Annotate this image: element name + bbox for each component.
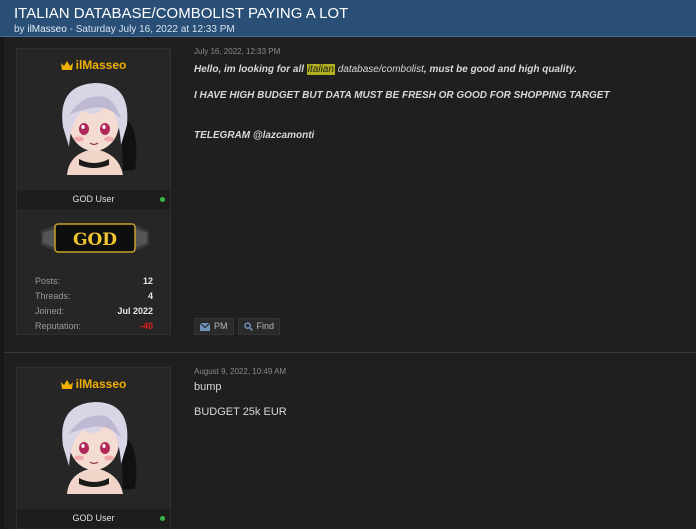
post-line: TELEGRAM @lazcamonti: [194, 130, 315, 141]
online-status-icon: [160, 197, 165, 202]
post-line: Hello, im looking for all italian databa…: [194, 64, 577, 75]
search-highlight: italian: [306, 64, 335, 75]
post-line: bump: [194, 381, 222, 393]
search-icon: [243, 322, 253, 331]
user-stats: Posts: 12 Threads: 4 Joined: Jul 2022 Re…: [35, 274, 153, 334]
post: ilMasseo GOD User August 9, 2022, 10:49 …: [4, 352, 696, 529]
username-row[interactable]: ilMasseo: [17, 58, 170, 72]
post-line: I HAVE HIGH BUDGET BUT DATA MUST BE FRES…: [194, 90, 610, 101]
user-title: GOD User: [72, 194, 115, 204]
user-title: GOD User: [72, 513, 115, 523]
find-button[interactable]: Find: [237, 318, 281, 335]
avatar[interactable]: [43, 75, 145, 177]
post-body: Hello, im looking for all italian databa…: [194, 63, 684, 147]
stat-value: 4: [147, 291, 153, 301]
stat-value: Jul 2022: [117, 306, 153, 316]
envelope-icon: [200, 322, 210, 331]
reputation-value[interactable]: -40: [140, 319, 153, 334]
username[interactable]: ilMasseo: [76, 58, 127, 72]
post-line: BUDGET 25k EUR: [194, 406, 287, 418]
thread-date: Saturday July 16, 2022 at 12:33 PM: [75, 24, 235, 35]
stat-joined: Joined: Jul 2022: [35, 304, 153, 319]
stat-posts: Posts: 12: [35, 274, 153, 289]
username-row[interactable]: ilMasseo: [17, 377, 170, 391]
post-body: bump BUDGET 25k EUR: [194, 381, 684, 431]
pm-label: PM: [214, 321, 228, 331]
avatar[interactable]: [43, 394, 145, 496]
online-status-icon: [160, 516, 165, 521]
thread-meta: by ilMasseo - Saturday July 16, 2022 at …: [14, 24, 696, 35]
post-date[interactable]: July 16, 2022, 12:33 PM: [194, 47, 280, 56]
crown-icon: [60, 61, 73, 70]
stat-label: Posts:: [35, 276, 61, 286]
thread-header: ITALIAN DATABASE/COMBOLIST PAYING A LOT …: [0, 0, 696, 37]
rank-badge-text: GOD: [73, 230, 117, 250]
crown-icon: [60, 380, 73, 389]
meta-separator: -: [66, 24, 76, 35]
pm-button[interactable]: PM: [194, 318, 234, 335]
username[interactable]: ilMasseo: [76, 377, 127, 391]
post-date[interactable]: August 9, 2022, 10:49 AM: [194, 367, 286, 376]
thread-author-link[interactable]: ilMasseo: [27, 24, 66, 35]
post-actions: PM Find: [194, 318, 281, 335]
user-card: ilMasseo GOD User: [16, 367, 171, 529]
stat-label: Reputation:: [35, 321, 82, 331]
stat-reputation: Reputation: -40: [35, 319, 153, 334]
stat-label: Threads:: [35, 291, 71, 301]
user-title-bar: GOD User: [17, 509, 170, 528]
by-prefix: by: [14, 24, 25, 35]
user-card: ilMasseo GOD User: [16, 48, 171, 335]
find-label: Find: [256, 321, 275, 331]
post: ilMasseo GOD User GOD Posts: 12 Threads:…: [4, 37, 696, 351]
rank-badge: GOD: [41, 223, 149, 253]
user-title-bar: GOD User: [17, 190, 170, 209]
stat-value: 12: [142, 276, 153, 286]
stat-label: Joined:: [35, 306, 65, 316]
thread-title: ITALIAN DATABASE/COMBOLIST PAYING A LOT: [14, 5, 349, 22]
stat-threads: Threads: 4: [35, 289, 153, 304]
